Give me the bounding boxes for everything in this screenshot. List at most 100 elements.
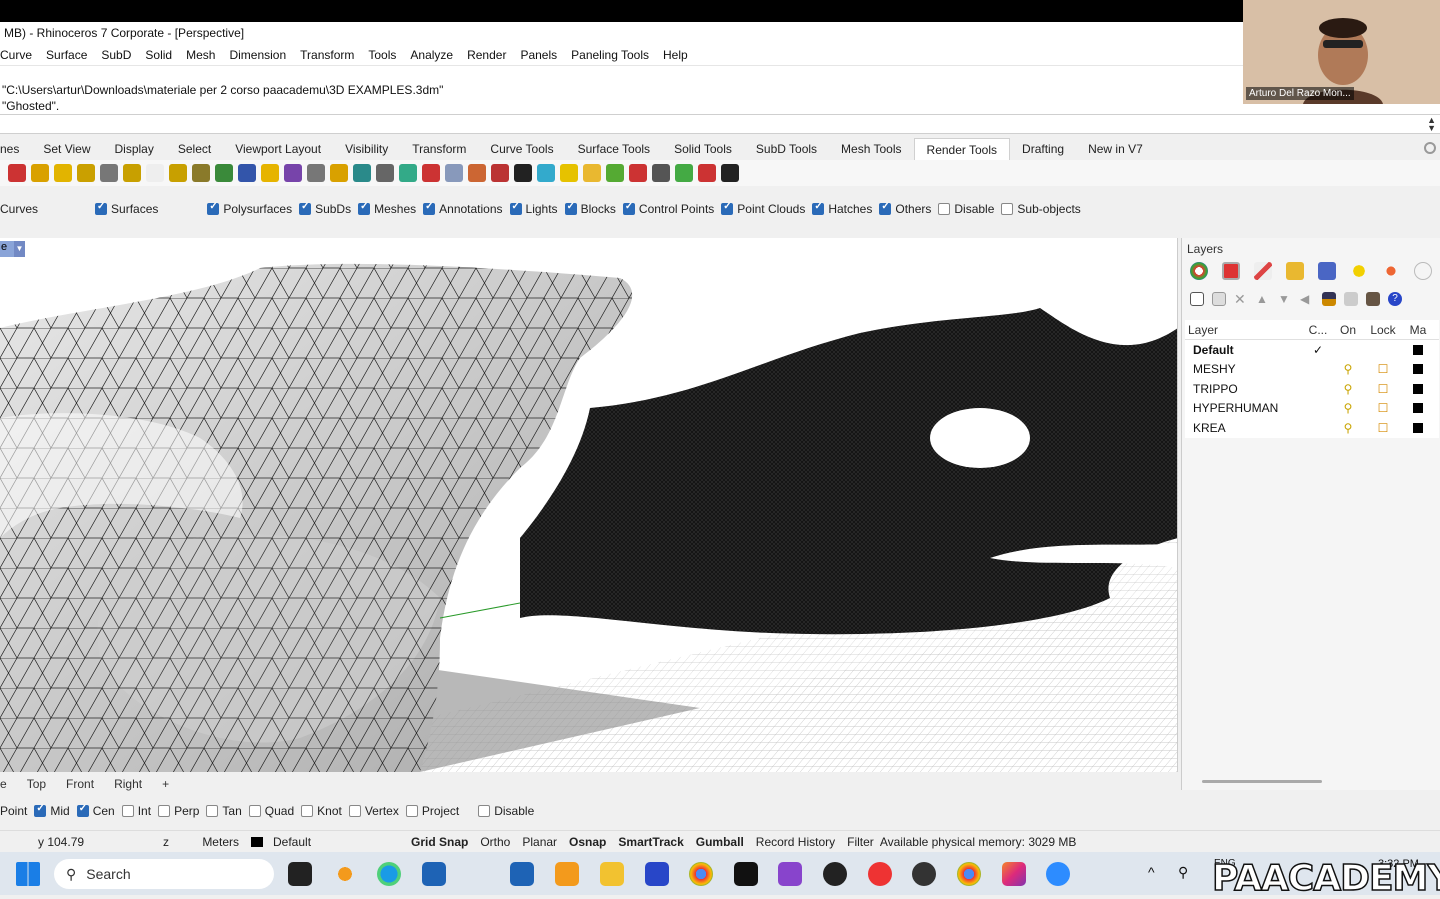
menu-item-mesh[interactable]: Mesh: [179, 48, 222, 62]
tab-mesh-tools[interactable]: Mesh Tools: [829, 142, 913, 156]
current-layer-check[interactable]: ✓: [1303, 343, 1333, 357]
filter-annotations[interactable]: Annotations: [423, 201, 503, 216]
toolbar-tool-icon[interactable]: [675, 164, 693, 182]
toolbar-tool-icon[interactable]: [468, 164, 486, 182]
grid-snap-toggle[interactable]: Grid Snap: [405, 835, 474, 849]
layer-name[interactable]: Default: [1185, 343, 1303, 357]
task-view-icon[interactable]: [288, 862, 312, 886]
checkbox[interactable]: [76, 803, 89, 817]
folder-icon[interactable]: [1286, 262, 1304, 280]
toolbar-tool-icon[interactable]: [491, 164, 509, 182]
office-icon[interactable]: [868, 862, 892, 886]
menu-item-panels[interactable]: Panels: [513, 48, 564, 62]
new-sublayer-icon[interactable]: [1212, 292, 1226, 306]
layer-name[interactable]: HYPERHUMAN: [1185, 401, 1303, 415]
checkbox[interactable]: [301, 805, 314, 817]
toolbar-tool-icon[interactable]: [629, 164, 647, 182]
move-up-icon[interactable]: ▲: [1256, 292, 1270, 306]
obs-icon[interactable]: [912, 862, 936, 886]
view-tab-add[interactable]: +: [152, 777, 179, 791]
checkbox[interactable]: [622, 201, 635, 215]
filter-icon[interactable]: [1322, 292, 1336, 306]
view-tab-e[interactable]: e: [0, 777, 17, 791]
tab-drafting[interactable]: Drafting: [1010, 142, 1076, 156]
filter-meshes[interactable]: Meshes: [358, 201, 416, 216]
toolbar-tool-icon[interactable]: [261, 164, 279, 182]
display-icon[interactable]: [1318, 262, 1336, 280]
command-prompt-input[interactable]: ▲ ▼: [0, 114, 1440, 134]
filter-disable[interactable]: Disable: [938, 202, 994, 216]
gear-icon[interactable]: [1424, 142, 1436, 154]
tab-solid-tools[interactable]: Solid Tools: [662, 142, 744, 156]
toolbar-tool-icon[interactable]: [146, 164, 164, 182]
toolbar-tool-icon[interactable]: [8, 164, 26, 182]
checkbox[interactable]: [564, 201, 577, 215]
move-left-icon[interactable]: ◀: [1300, 292, 1314, 306]
osnap-knot[interactable]: Knot: [301, 804, 342, 818]
tab-curve-tools[interactable]: Curve Tools: [478, 142, 565, 156]
toolbar-tool-icon[interactable]: [514, 164, 532, 182]
tools-icon[interactable]: [1366, 292, 1380, 306]
filter-others[interactable]: Others: [879, 201, 931, 216]
toolbar-tool-icon[interactable]: [192, 164, 210, 182]
edge-icon[interactable]: [377, 862, 401, 886]
col-lock[interactable]: Lock: [1363, 323, 1403, 337]
toolbar-tool-icon[interactable]: [284, 164, 302, 182]
app-orange-icon[interactable]: [555, 862, 579, 886]
toolbar-tool-icon[interactable]: [698, 164, 716, 182]
media-player-icon[interactable]: [823, 862, 847, 886]
checkbox[interactable]: [812, 201, 825, 215]
osnap-mid[interactable]: Mid: [34, 803, 70, 818]
menu-item-transform[interactable]: Transform: [293, 48, 361, 62]
menu-item-solid[interactable]: Solid: [138, 48, 179, 62]
filter-lights[interactable]: Lights: [509, 201, 558, 216]
filter-blocks[interactable]: Blocks: [564, 201, 616, 216]
ortho-toggle[interactable]: Ortho: [474, 835, 516, 849]
checkbox[interactable]: [207, 201, 220, 215]
lightbulb-icon[interactable]: ⚲: [1333, 401, 1363, 415]
osnap-disable[interactable]: Disable: [478, 804, 534, 818]
perspective-viewport[interactable]: [0, 238, 1178, 772]
current-layer[interactable]: Default: [245, 835, 405, 849]
checkbox[interactable]: [478, 805, 491, 817]
toolbar-tool-icon[interactable]: [238, 164, 256, 182]
tab-subd-tools[interactable]: SubD Tools: [744, 142, 829, 156]
record-history-toggle[interactable]: Record History: [750, 835, 841, 849]
layer-row[interactable]: HYPERHUMAN ⚲ ☐: [1185, 399, 1439, 419]
revit-icon[interactable]: [645, 862, 669, 886]
checkbox[interactable]: [95, 201, 108, 215]
view-tab-front[interactable]: Front: [56, 777, 104, 791]
toolbar-tool-icon[interactable]: [583, 164, 601, 182]
layer-row[interactable]: MESHY ⚲ ☐: [1185, 360, 1439, 380]
unlock-icon[interactable]: ☐: [1363, 362, 1403, 376]
toolbar-tool-icon[interactable]: [100, 164, 118, 182]
network-icon[interactable]: ⚲: [1178, 864, 1188, 881]
toolbar-tool-icon[interactable]: [215, 164, 233, 182]
render-icon[interactable]: [1254, 262, 1272, 280]
menu-item-curve[interactable]: Curve: [0, 48, 39, 62]
filter-subds[interactable]: SubDs: [299, 201, 351, 216]
lightbulb-icon[interactable]: ⚲: [1333, 382, 1363, 396]
osnap-toggle[interactable]: Osnap: [563, 835, 612, 849]
checkbox[interactable]: [34, 803, 47, 817]
menu-item-help[interactable]: Help: [656, 48, 695, 62]
checkbox[interactable]: [299, 201, 312, 215]
zoom-icon[interactable]: [1046, 862, 1070, 886]
checkbox[interactable]: [938, 203, 951, 215]
settings-icon[interactable]: [1414, 262, 1432, 280]
blender-icon[interactable]: [333, 862, 357, 886]
toolbar-tool-icon[interactable]: [445, 164, 463, 182]
osnap-project[interactable]: Project: [405, 804, 459, 818]
smarttrack-toggle[interactable]: SmartTrack: [612, 835, 689, 849]
toolbar-tool-icon[interactable]: [422, 164, 440, 182]
menu-item-analyze[interactable]: Analyze: [403, 48, 460, 62]
filter-toggle[interactable]: Filter: [841, 835, 880, 849]
gumball-toggle[interactable]: Gumball: [690, 835, 750, 849]
checkbox[interactable]: [121, 805, 134, 817]
tab-display[interactable]: Display: [103, 142, 166, 156]
chevron-up-icon[interactable]: ^: [1148, 864, 1155, 880]
layer-color-swatch[interactable]: [1403, 364, 1433, 375]
delete-icon[interactable]: ✕: [1234, 292, 1248, 306]
toolbar-tool-icon[interactable]: [123, 164, 141, 182]
osnap-perp[interactable]: Perp: [158, 804, 199, 818]
